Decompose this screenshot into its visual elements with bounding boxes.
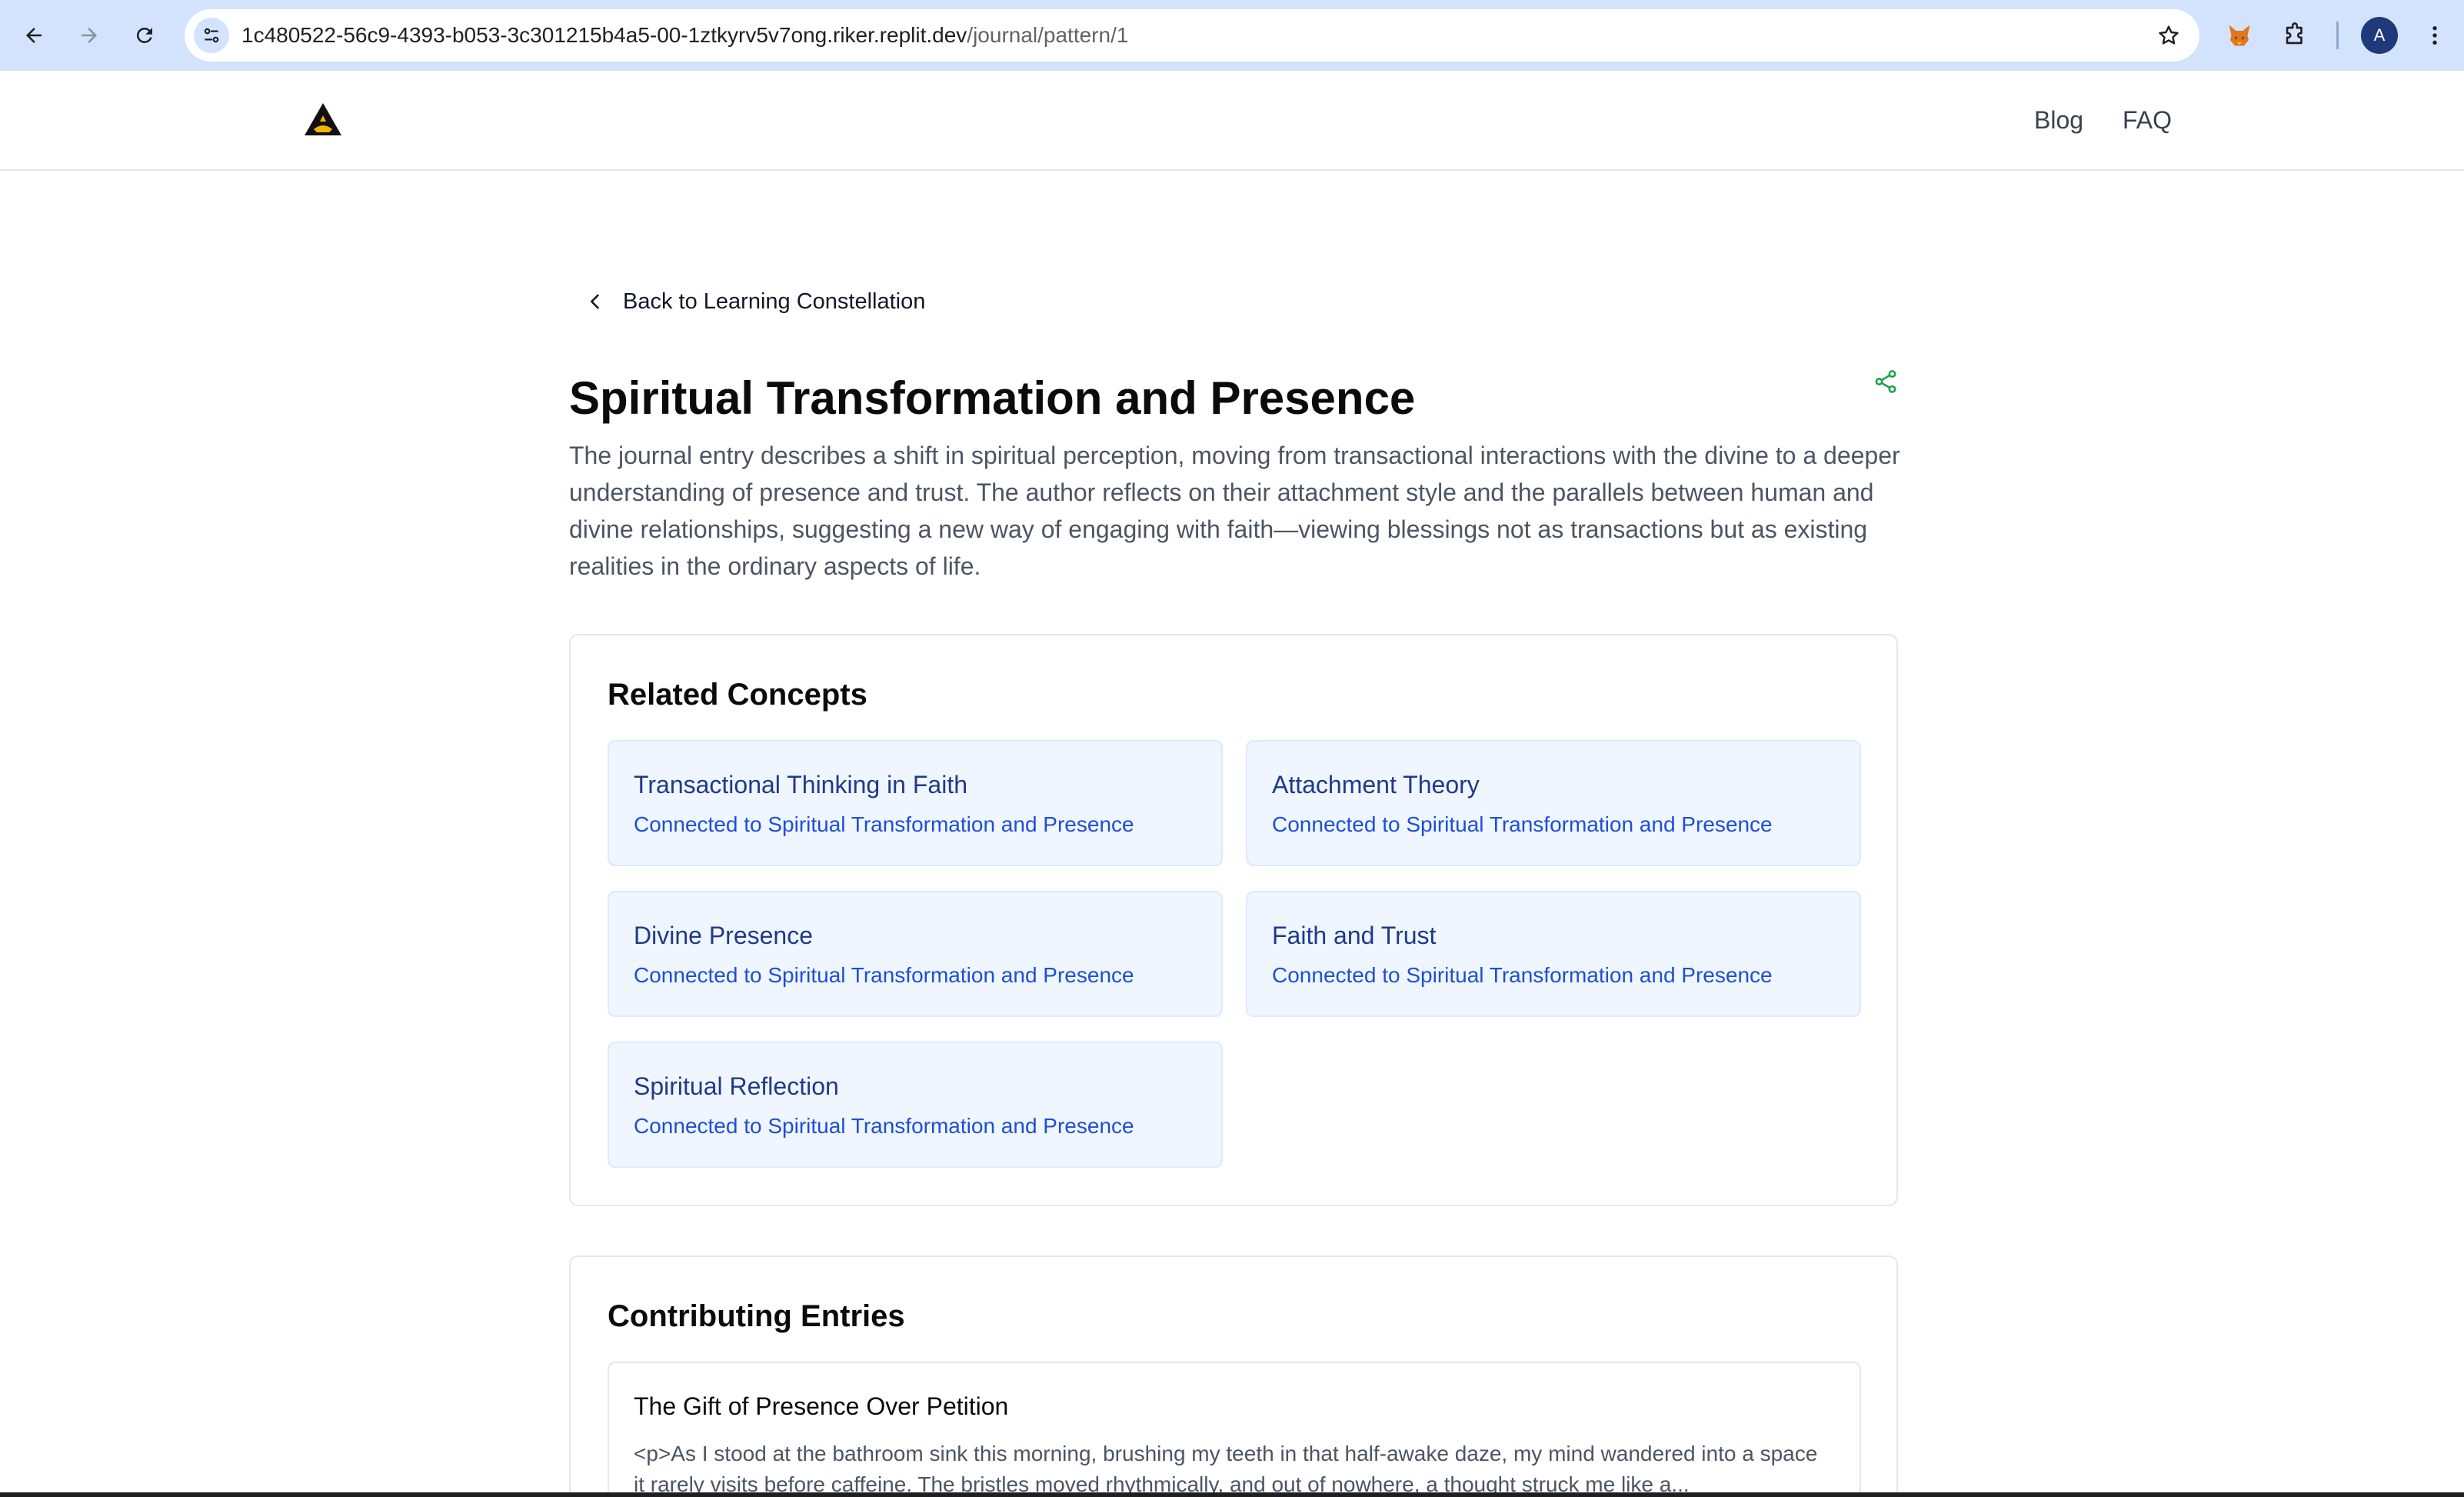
arrow-left-icon [26,28,42,43]
arrow-right-icon [82,28,97,43]
share-button[interactable] [1870,366,1901,397]
related-concepts-card: Related Concepts Transactional Thinking … [569,634,1898,1206]
reload-button[interactable] [123,14,166,57]
url-text: 1c480522-56c9-4393-b053-3c301215b4a5-00-… [241,9,1128,62]
concept-connection: Connected to Spiritual Transformation an… [1272,812,1773,836]
fox-extension-button[interactable] [2219,15,2259,55]
profile-avatar[interactable]: A [2361,17,2398,54]
bookmark-button[interactable] [2153,20,2184,51]
pattern-description: The journal entry describes a shift in s… [569,442,1900,580]
triangle-logo-icon [305,103,341,135]
browser-menu-button[interactable] [2415,15,2455,55]
address-bar[interactable]: 1c480522-56c9-4393-b053-3c301215b4a5-00-… [185,9,2199,62]
url-host: 1c480522-56c9-4393-b053-3c301215b4a5-00-… [241,23,967,47]
toolbar-divider [2336,22,2339,49]
puzzle-icon [2286,22,2303,45]
back-to-constellation-link[interactable]: Back to Learning Constellation [584,285,925,318]
entry-title: The Gift of Presence Over Petition [634,1392,1009,1420]
star-icon [2159,25,2179,45]
back-link-label: Back to Learning Constellation [623,288,926,314]
profile-avatar-icon: A [2373,25,2386,45]
share-icon [1875,370,1896,393]
concept-name: Divine Presence [634,922,813,949]
entry-card[interactable]: The Gift of Presence Over Petition <p>As… [608,1362,1861,1497]
entry-excerpt: <p>As I stood at the bathroom sink this … [634,1442,1818,1496]
concept-card-spiritual-reflection[interactable]: Spiritual Reflection Connected to Spirit… [608,1042,1223,1168]
back-button[interactable] [12,14,55,57]
concept-card-transactional-thinking[interactable]: Transactional Thinking in Faith Connecte… [608,740,1223,866]
concept-name: Transactional Thinking in Faith [634,771,967,799]
nav-link-faq[interactable]: FAQ [2123,105,2172,135]
url-path: /journal/pattern/1 [967,23,1129,47]
contributing-entries-heading: Contributing Entries [608,1299,905,1333]
concept-name: Faith and Trust [1272,922,1437,949]
concept-card-attachment-theory[interactable]: Attachment Theory Connected to Spiritual… [1246,740,1861,866]
concept-name: Spiritual Reflection [634,1072,839,1100]
related-concepts-heading: Related Concepts [608,678,867,712]
window-bottom-edge [0,1492,2464,1497]
chevron-left-icon [591,294,599,309]
concept-card-divine-presence[interactable]: Divine Presence Connected to Spiritual T… [608,891,1223,1017]
fox-extension-icon [2229,25,2250,46]
site-info-button[interactable] [194,18,229,53]
site-header: Blog FAQ [0,71,2464,171]
concept-connection: Connected to Spiritual Transformation an… [634,963,1134,987]
concept-name: Attachment Theory [1272,771,1480,799]
page-title: Spiritual Transformation and Presence [569,372,1416,424]
concept-connection: Connected to Spiritual Transformation an… [634,1114,1134,1138]
kebab-menu-icon [2432,26,2437,45]
extensions-button[interactable] [2275,15,2315,55]
concept-card-faith-and-trust[interactable]: Faith and Trust Connected to Spiritual T… [1246,891,1861,1017]
browser-toolbar: 1c480522-56c9-4393-b053-3c301215b4a5-00-… [0,0,2464,71]
concept-connection: Connected to Spiritual Transformation an… [1272,963,1773,987]
forward-button[interactable] [68,14,111,57]
site-logo[interactable] [303,102,343,138]
contributing-entries-card: Contributing Entries The Gift of Presenc… [569,1255,1898,1497]
reload-icon [136,27,152,43]
concept-connection: Connected to Spiritual Transformation an… [634,812,1134,836]
nav-link-blog[interactable]: Blog [2034,105,2083,135]
tune-icon [204,28,219,43]
